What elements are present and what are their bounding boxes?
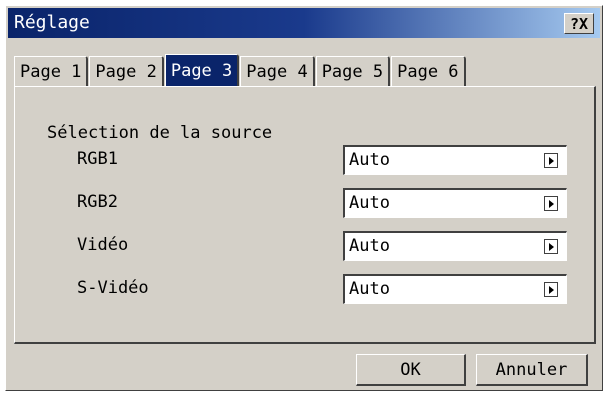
rgb1-dropdown-arrow-icon[interactable] (544, 153, 558, 168)
rgb1-label: RGB1 (77, 149, 118, 169)
rgb2-label: RGB2 (77, 192, 118, 212)
s-video-label: S-Vidéo (77, 278, 149, 298)
help-close-button[interactable]: ?X (564, 13, 594, 34)
title-bar[interactable]: Réglage ?X (8, 8, 600, 38)
tab-page-3[interactable]: Page 3 (164, 54, 240, 86)
settings-dialog: Réglage ?X Page 1 Page 2 Page 3 Page 4 P… (5, 5, 603, 391)
tab-panel: Sélection de la source RGB1 Auto RGB2 Au… (14, 86, 596, 344)
ok-button[interactable]: OK (356, 354, 466, 386)
tab-page-5[interactable]: Page 5 (315, 56, 391, 86)
tab-page-6[interactable]: Page 6 (391, 56, 466, 86)
tab-page-4[interactable]: Page 4 (240, 56, 315, 86)
tab-page-2[interactable]: Page 2 (89, 56, 164, 86)
video-label: Vidéo (77, 235, 129, 255)
rgb1-select-value: Auto (349, 150, 390, 170)
rgb2-dropdown-arrow-icon[interactable] (544, 196, 558, 211)
tab-bar: Page 1 Page 2 Page 3 Page 4 Page 5 Page … (14, 54, 467, 86)
window-title: Réglage (14, 12, 90, 33)
cancel-button[interactable]: Annuler (476, 354, 588, 386)
video-select[interactable]: Auto (343, 231, 567, 261)
s-video-select[interactable]: Auto (343, 274, 567, 304)
rgb1-select[interactable]: Auto (343, 145, 567, 175)
s-video-select-value: Auto (349, 279, 390, 299)
video-dropdown-arrow-icon[interactable] (544, 239, 558, 254)
tab-page-1[interactable]: Page 1 (14, 56, 89, 86)
s-video-dropdown-arrow-icon[interactable] (544, 282, 558, 297)
rgb2-select[interactable]: Auto (343, 188, 567, 218)
rgb2-select-value: Auto (349, 193, 390, 213)
source-selection-heading: Sélection de la source (47, 123, 273, 143)
video-select-value: Auto (349, 236, 390, 256)
